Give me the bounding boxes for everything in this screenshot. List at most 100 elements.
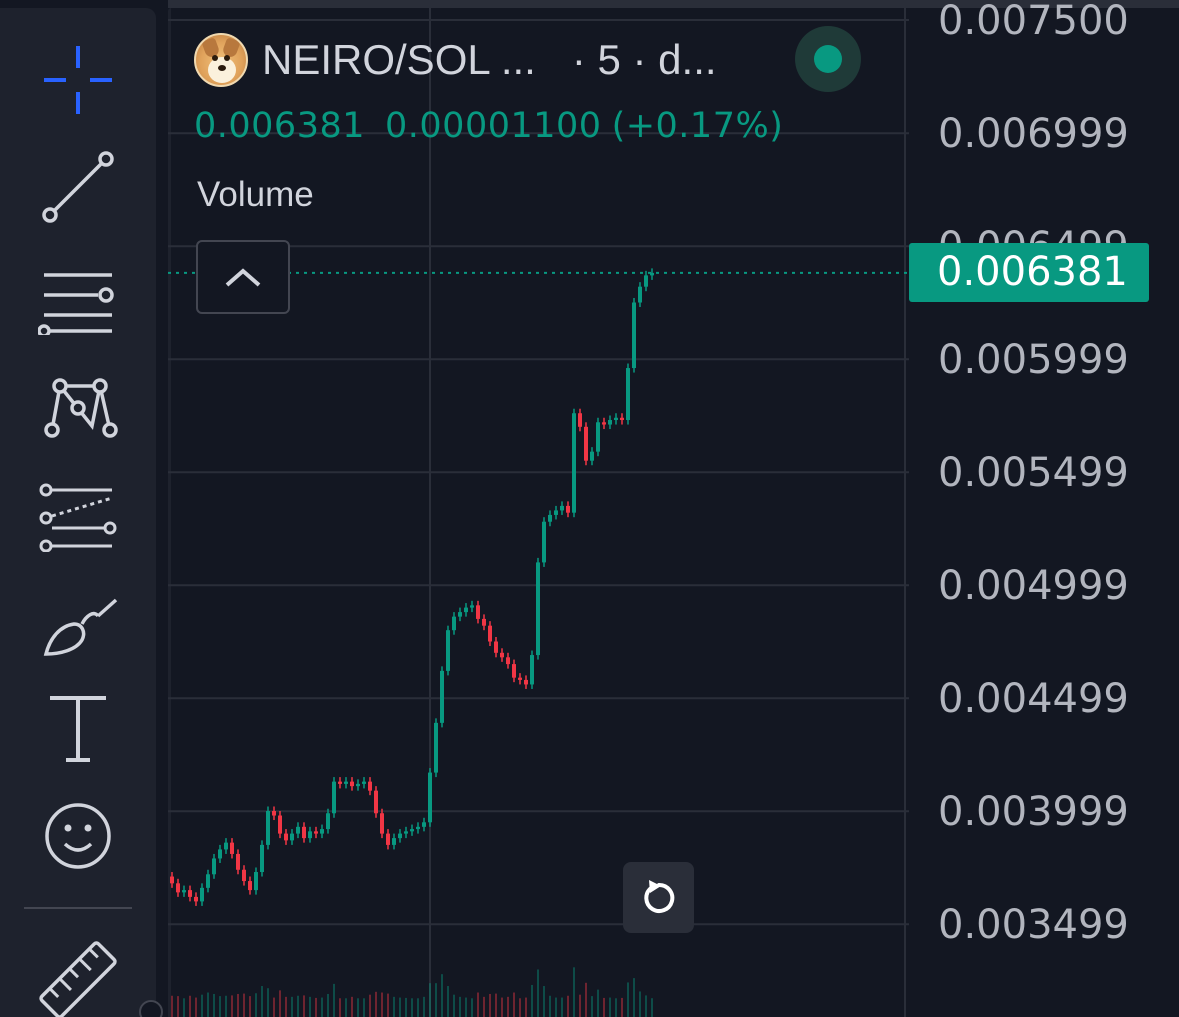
symbol-name[interactable]: NEIRO/SOL ...: [262, 36, 536, 84]
volume-bar: [201, 994, 203, 1017]
volume-bar: [225, 995, 227, 1017]
candle-body: [170, 876, 174, 884]
candle-body: [398, 833, 402, 839]
candle-body: [404, 831, 408, 834]
candle-body: [542, 521, 546, 563]
symbol-legend[interactable]: NEIRO/SOL ... · 5 · d...: [194, 30, 717, 90]
volume-bar: [411, 998, 413, 1017]
candle-body: [350, 781, 354, 787]
volume-bar: [453, 994, 455, 1017]
price-change-percent: (+0.17%): [611, 106, 784, 146]
candle-body: [566, 505, 570, 513]
candle-body: [536, 562, 540, 656]
volume-bar: [231, 995, 233, 1017]
candle-body: [512, 664, 516, 678]
candle-body: [548, 514, 552, 522]
volume-bar: [417, 998, 419, 1017]
volume-bar: [237, 993, 239, 1017]
price-axis-label: 0.003499: [938, 902, 1129, 949]
candle-body: [248, 881, 252, 891]
candle-body: [266, 811, 270, 845]
volume-bar: [501, 997, 503, 1017]
volume-bar: [531, 984, 533, 1017]
last-price-value: 0.006381: [194, 106, 366, 146]
volume-bars: [171, 967, 653, 1017]
candle-body: [260, 844, 264, 873]
candle-body: [452, 616, 456, 631]
volume-bar: [315, 997, 317, 1017]
volume-bar: [339, 998, 341, 1017]
volume-bar: [507, 996, 509, 1017]
volume-bar: [183, 998, 185, 1017]
candle-body: [380, 813, 384, 834]
candle-body: [464, 607, 468, 613]
volume-bar: [291, 996, 293, 1017]
volume-bar: [603, 997, 605, 1017]
volume-bar: [567, 995, 569, 1017]
candle-body: [572, 413, 576, 513]
reset-icon: [643, 879, 674, 913]
candle-body: [416, 826, 420, 830]
candle-body: [488, 625, 492, 642]
candle-body: [182, 890, 186, 893]
volume-bar: [189, 995, 191, 1017]
candle-body: [230, 842, 234, 854]
collapse-legend-button[interactable]: [196, 240, 290, 314]
volume-bar: [405, 997, 407, 1017]
volume-bar: [369, 994, 371, 1017]
candle-body: [206, 874, 210, 888]
candle-body: [482, 618, 486, 626]
candle-body: [470, 605, 474, 608]
volume-bar: [255, 993, 257, 1017]
candle-body: [428, 772, 432, 823]
candle-body: [224, 842, 228, 850]
market-status-indicator[interactable]: [795, 26, 861, 92]
volume-bar: [219, 996, 221, 1017]
chevron-up-icon: [225, 268, 261, 287]
volume-bar: [213, 993, 215, 1017]
candle-body: [560, 505, 564, 511]
price-axis-label: 0.004999: [938, 563, 1129, 610]
volume-bar: [513, 992, 515, 1017]
volume-bar: [399, 997, 401, 1017]
candle-body: [500, 652, 504, 658]
candle-body: [218, 849, 222, 859]
volume-bar: [357, 998, 359, 1017]
candle-body: [386, 833, 390, 845]
candle-body: [602, 422, 606, 425]
volume-bar: [645, 995, 647, 1017]
candle-body: [584, 426, 588, 461]
volume-bar: [267, 988, 269, 1017]
status-dot-icon: [814, 45, 842, 73]
candle-body: [320, 829, 324, 834]
candle-body: [296, 826, 300, 834]
candle-body: [626, 368, 630, 421]
reset-chart-button[interactable]: [623, 862, 694, 933]
volume-bar: [381, 992, 383, 1017]
candle-body: [578, 413, 582, 427]
volume-bar: [591, 996, 593, 1017]
volume-bar: [597, 989, 599, 1017]
volume-bar: [495, 993, 497, 1017]
volume-bar: [327, 993, 329, 1017]
candle-body: [290, 833, 294, 841]
volume-bar: [447, 986, 449, 1017]
volume-indicator-label[interactable]: Volume: [197, 175, 314, 215]
candle-body: [332, 781, 336, 814]
volume-bar: [465, 997, 467, 1017]
candle-body: [476, 605, 480, 619]
candle-body: [554, 510, 558, 515]
volume-bar: [243, 993, 245, 1017]
candle-body: [392, 838, 396, 845]
candle-body: [608, 420, 612, 425]
volume-bar: [549, 995, 551, 1017]
volume-bar: [207, 992, 209, 1017]
price-axis-label: 0.005499: [938, 450, 1129, 497]
candle-body: [176, 883, 180, 893]
volume-bar: [429, 983, 431, 1017]
volume-bar: [525, 997, 527, 1017]
candle-body: [620, 417, 624, 421]
volume-bar: [459, 996, 461, 1017]
interval-meta[interactable]: · 5 · d...: [572, 36, 717, 84]
volume-bar: [303, 995, 305, 1017]
